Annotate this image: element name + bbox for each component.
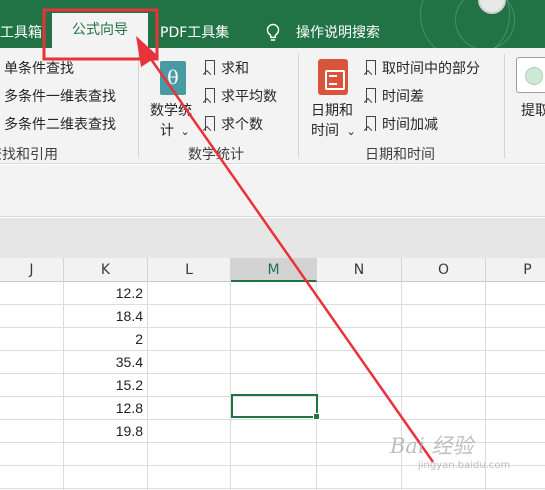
group-label-lookup: 查找和引用 <box>0 147 58 163</box>
column-header-n[interactable]: N <box>317 258 402 282</box>
column-header-k[interactable]: K <box>64 258 148 282</box>
count-button[interactable]: 求个数 <box>205 114 263 134</box>
column-header-j[interactable]: J <box>0 258 64 282</box>
sum-label: 求和 <box>221 61 249 77</box>
group-label-datetime: 日期和时间 <box>365 147 435 163</box>
math-statistics-button[interactable]: 数学统 <box>150 100 192 120</box>
tell-me-search[interactable]: 操作说明搜索 <box>296 21 380 45</box>
watermark-logo: Bai 经验 <box>390 434 474 458</box>
column-header-o[interactable]: O <box>402 258 486 282</box>
math-statistics-button-line2[interactable]: 计 ⌄ <box>160 120 190 140</box>
chevron-down-icon: ⌄ <box>180 125 190 138</box>
calendar-icon <box>318 59 348 95</box>
bookmark-icon <box>205 60 215 75</box>
cell-k[interactable]: 15.2 <box>64 374 147 397</box>
grid-line <box>316 282 317 490</box>
column-header-p[interactable]: P <box>486 258 545 282</box>
bookmark-icon <box>366 60 376 75</box>
active-cell-selection[interactable] <box>231 394 320 420</box>
grid-line <box>0 488 545 489</box>
multi-condition-2d-lookup-button[interactable]: 多条件二维表查找 <box>4 114 116 134</box>
sheet-toolbar-gap <box>0 218 545 258</box>
datetime-button-line2[interactable]: 时间 ⌄ <box>311 120 356 140</box>
chevron-down-icon: ⌄ <box>346 125 356 138</box>
group-label-math: 数学统计 <box>188 147 244 163</box>
theta-icon: θ <box>160 61 186 95</box>
cell-k[interactable]: 12.8 <box>64 397 147 420</box>
datetime-label-line2: 时间 <box>311 123 339 139</box>
single-condition-lookup-button[interactable]: 单条件查找 <box>4 58 74 78</box>
tab-toolbox[interactable]: 工具箱 <box>0 21 42 45</box>
column-header-m[interactable]: M <box>231 258 317 282</box>
average-label: 求平均数 <box>221 89 277 105</box>
multi-condition-1d-lookup-button[interactable]: 多条件一维表查找 <box>4 86 116 106</box>
column-headers: J K L M N O P <box>0 258 545 282</box>
count-label: 求个数 <box>221 117 263 133</box>
math-statistics-label-line2: 计 <box>160 123 174 139</box>
column-header-l[interactable]: L <box>148 258 231 282</box>
math-statistics-label-line1: 数学统 <box>150 103 192 119</box>
cell-k[interactable]: 18.4 <box>64 305 147 328</box>
time-difference-label: 时间差 <box>382 89 424 105</box>
bookmark-icon <box>366 116 376 131</box>
sum-button[interactable]: 求和 <box>205 58 249 78</box>
lightbulb-icon <box>266 23 280 41</box>
bookmark-icon <box>366 88 376 103</box>
bookmark-icon <box>205 88 215 103</box>
grid-line <box>147 282 148 490</box>
cell-k[interactable]: 12.2 <box>64 282 147 305</box>
extract-time-part-label: 取时间中的部分 <box>382 61 480 77</box>
watermark-url: jingyan.baidu.com <box>418 460 511 471</box>
group-separator <box>138 54 139 158</box>
grid-line <box>230 282 231 490</box>
cell-k[interactable]: 19.8 <box>64 420 147 443</box>
datetime-button[interactable]: 日期和 <box>311 100 353 120</box>
tab-formula-guide[interactable]: 公式向导 <box>52 13 148 48</box>
baidu-watermark: Bai 经验 jingyan.baidu.com <box>390 430 540 482</box>
ribbon: 单条件查找 多条件一维表查找 多条件二维表查找 查找和引用 θ 数学统 计 ⌄ … <box>0 48 545 164</box>
time-difference-button[interactable]: 时间差 <box>366 86 424 106</box>
formula-bar-area <box>0 165 545 217</box>
ribbon-tab-bar: 工具箱 公式向导 PDF工具集 操作说明搜索 <box>0 0 545 48</box>
bookmark-icon <box>205 116 215 131</box>
group-separator <box>504 54 505 158</box>
time-add-subtract-button[interactable]: 时间加减 <box>366 114 438 134</box>
extract-button[interactable]: 提取 <box>521 100 545 120</box>
cell-k[interactable]: 2 <box>64 328 147 351</box>
tab-pdf-tools[interactable]: PDF工具集 <box>160 21 229 45</box>
time-add-subtract-label: 时间加减 <box>382 117 438 133</box>
average-button[interactable]: 求平均数 <box>205 86 277 106</box>
extract-time-part-button[interactable]: 取时间中的部分 <box>366 58 480 78</box>
extract-icon <box>516 57 545 93</box>
group-separator <box>298 54 299 158</box>
datetime-label-line1: 日期和 <box>311 103 353 119</box>
cell-k[interactable]: 35.4 <box>64 351 147 374</box>
